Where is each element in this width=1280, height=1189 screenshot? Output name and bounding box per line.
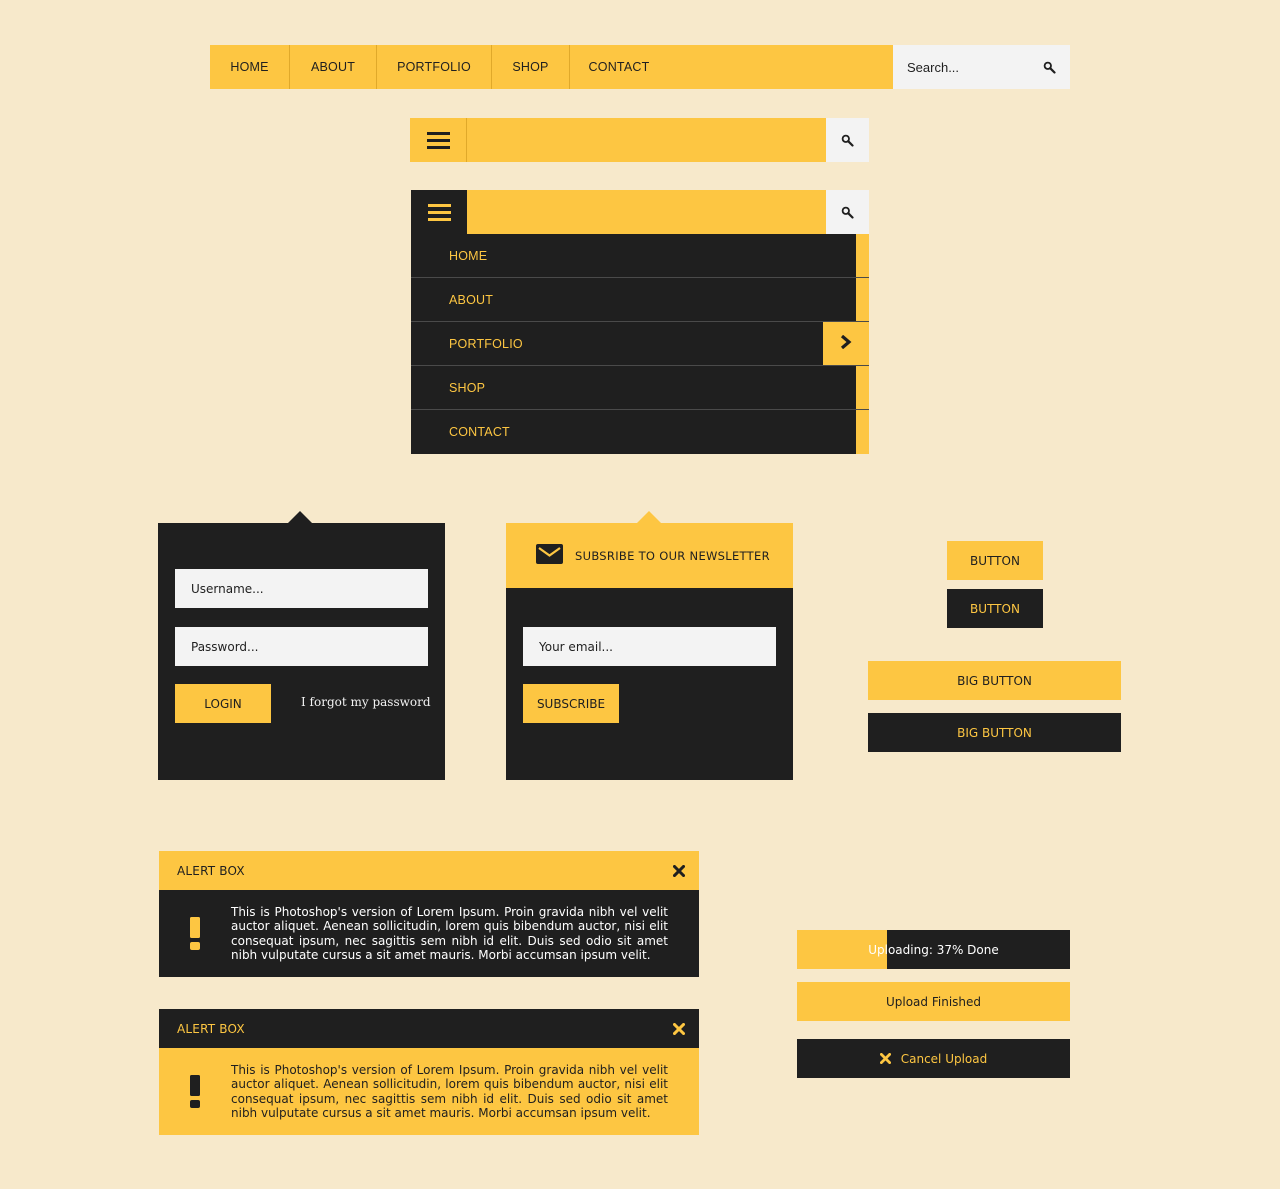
search-box (893, 45, 1070, 89)
alert-body: This is Photoshop's version of Lorem Ips… (159, 890, 699, 977)
upload-finished-label: Upload Finished (885, 994, 982, 1009)
menu-item-label: ABOUT (449, 292, 494, 307)
login-button[interactable]: LOGIN (175, 684, 271, 723)
login-panel: LOGIN I forgot my password (158, 511, 445, 780)
alert-title: ALERT BOX (177, 1021, 245, 1036)
newsletter-header: SUBSRIBE TO OUR NEWSLETTER (506, 523, 793, 588)
alert-header: ALERT BOX (159, 851, 699, 890)
upload-progress-bar: Uploading: 37% Done (797, 930, 1070, 969)
button-dark[interactable]: BUTTON (947, 589, 1043, 628)
menu-item-label: PORTFOLIO (449, 336, 523, 351)
button-yellow[interactable]: BUTTON (947, 541, 1043, 580)
menu-item-edge (855, 278, 869, 321)
alert-header: ALERT BOX (159, 1009, 699, 1048)
menu-item-edge (855, 366, 869, 409)
mobile-search-button[interactable] (826, 190, 869, 234)
search-icon (841, 206, 854, 219)
mobile-navigation-collapsed (410, 118, 869, 162)
alert-box: ALERT BOX This is Photoshop's version of… (159, 1009, 699, 1135)
nav-item-shop[interactable]: SHOP (492, 45, 570, 89)
chevron-right-icon (840, 334, 852, 353)
search-input[interactable] (907, 59, 1027, 75)
mobile-menu-item-home[interactable]: HOME (411, 234, 869, 278)
subscribe-button[interactable]: SUBSCRIBE (523, 684, 619, 723)
search-icon (841, 134, 854, 147)
mobile-nav-bar-fill (467, 118, 826, 162)
hamburger-icon (427, 203, 451, 221)
top-navigation-bar: HOME ABOUT PORTFOLIO SHOP CONTACT (210, 45, 1070, 89)
close-icon[interactable] (673, 1022, 685, 1035)
mobile-nav-bar-fill (467, 190, 826, 234)
nav-item-home[interactable]: HOME (210, 45, 290, 89)
password-field[interactable] (175, 627, 428, 666)
menu-item-label: SHOP (449, 380, 486, 395)
close-icon[interactable] (673, 864, 685, 877)
cancel-upload-button[interactable]: Cancel Upload (797, 1039, 1070, 1078)
alert-body: This is Photoshop's version of Lorem Ips… (159, 1048, 699, 1135)
envelope-icon (536, 543, 563, 568)
exclamation-icon (159, 916, 231, 951)
upload-finished-status: Upload Finished (797, 982, 1070, 1021)
hamburger-icon (426, 131, 450, 149)
forgot-password-link[interactable]: I forgot my password (301, 695, 431, 709)
newsletter-title: SUBSRIBE TO OUR NEWSLETTER (575, 548, 770, 563)
menu-item-edge (855, 234, 869, 277)
mobile-menu-item-shop[interactable]: SHOP (411, 366, 869, 410)
mobile-menu-list: HOME ABOUT PORTFOLIO SHOP CONTACT (411, 234, 869, 454)
big-button-yellow[interactable]: BIG BUTTON (868, 661, 1121, 700)
exclamation-icon (159, 1074, 231, 1109)
search-icon[interactable] (1043, 61, 1056, 74)
alert-box: ALERT BOX This is Photoshop's version of… (159, 851, 699, 977)
menu-item-label: CONTACT (449, 425, 510, 439)
nav-item-portfolio[interactable]: PORTFOLIO (377, 45, 492, 89)
close-icon (879, 1053, 891, 1064)
menu-item-edge (855, 410, 869, 454)
menu-item-label: HOME (449, 248, 488, 263)
mobile-search-button[interactable] (826, 118, 869, 162)
nav-item-about[interactable]: ABOUT (290, 45, 377, 89)
alert-title: ALERT BOX (177, 863, 245, 878)
alert-message: This is Photoshop's version of Lorem Ips… (231, 904, 668, 963)
cancel-upload-label: Cancel Upload (900, 1051, 988, 1066)
upload-progress-label: Uploading: 37% Done (868, 942, 999, 957)
newsletter-panel: SUBSRIBE TO OUR NEWSLETTER SUBSCRIBE (506, 511, 793, 780)
email-field[interactable] (523, 627, 776, 666)
big-button-dark[interactable]: BIG BUTTON (868, 713, 1121, 752)
mobile-menu-item-contact[interactable]: CONTACT (411, 410, 869, 454)
mobile-menu-item-about[interactable]: ABOUT (411, 278, 869, 322)
menu-toggle-button[interactable] (410, 118, 467, 162)
menu-toggle-button[interactable] (411, 190, 467, 234)
mobile-nav-bar (411, 190, 869, 234)
username-field[interactable] (175, 569, 428, 608)
submenu-expand-button[interactable] (823, 322, 869, 365)
mobile-navigation-expanded: HOME ABOUT PORTFOLIO SHOP CONTACT (411, 190, 869, 454)
mobile-menu-item-portfolio[interactable]: PORTFOLIO (411, 322, 869, 366)
nav-item-contact[interactable]: CONTACT (570, 45, 668, 89)
alert-message: This is Photoshop's version of Lorem Ips… (231, 1062, 668, 1121)
